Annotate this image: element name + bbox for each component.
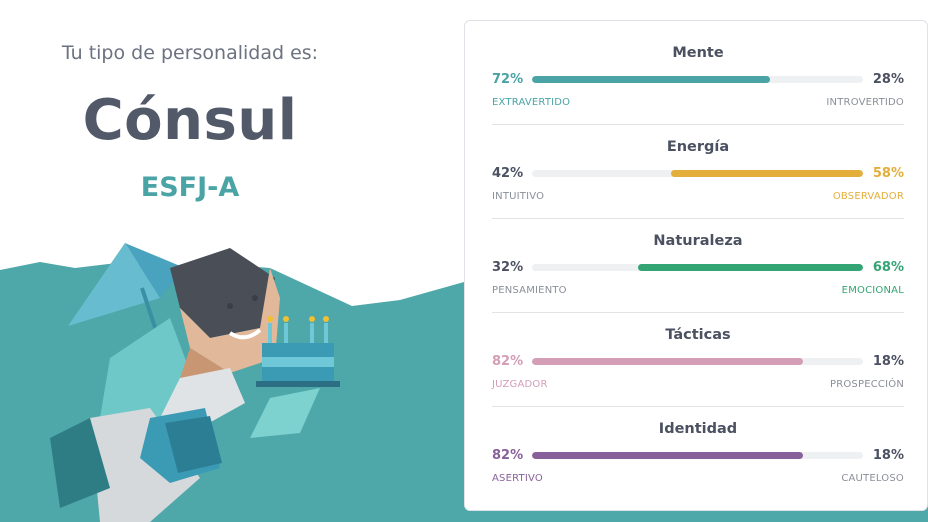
trait-bar-fill	[532, 452, 804, 459]
trait-right-percent: 18%	[872, 448, 904, 463]
trait-right-label: OBSERVADOR	[832, 191, 904, 202]
trait-left-percent: 72%	[492, 72, 524, 87]
trait-left-percent: 32%	[492, 260, 524, 275]
trait-left-label: JUZGADOR	[492, 379, 548, 390]
trait-title: Identidad	[658, 421, 738, 437]
trait-title: Energía	[666, 139, 730, 155]
trait-left-percent: 42%	[492, 166, 524, 181]
trait-right-percent: 28%	[872, 72, 904, 87]
trait-left-percent: 82%	[492, 354, 524, 369]
trait-bar-track	[532, 76, 863, 83]
trait-title: Naturaleza	[653, 233, 743, 249]
trait-left-label: PENSAMIENTO	[492, 285, 567, 296]
personality-type-code: ESFJ-A	[140, 172, 240, 203]
trait-right-label: EMOCIONAL	[841, 285, 904, 296]
trait-bar-fill	[671, 170, 863, 177]
consul-character-illustration	[50, 243, 340, 522]
trait-bar-track	[532, 170, 863, 177]
trait-right-percent: 58%	[872, 166, 904, 181]
trait-bar-fill	[532, 358, 804, 365]
trait-left-label: ASERTIVO	[492, 473, 543, 484]
trait-bar-track	[532, 264, 863, 271]
trait-bar-fill	[532, 76, 771, 83]
trait-title: Tácticas	[665, 327, 731, 343]
trait-right-label: CAUTELOSO	[841, 473, 904, 484]
trait-title: Mente	[672, 45, 724, 61]
trait-right-label: INTROVERTIDO	[826, 97, 904, 108]
birthday-cake-icon	[256, 316, 340, 387]
trait-right-percent: 68%	[872, 260, 904, 275]
trait-left-label: INTUITIVO	[492, 191, 545, 202]
trait-right-percent: 18%	[872, 354, 904, 369]
trait-row[interactable]: Identidad 82% 18% ASERTIVO CAUTELOSO	[492, 397, 904, 491]
trait-right-label: PROSPECCIÓN	[829, 379, 904, 390]
trait-bar-track	[532, 452, 863, 459]
personality-type-name: Cónsul	[82, 88, 298, 153]
trait-bar-fill	[637, 264, 863, 271]
personality-intro-text: Tu tipo de personalidad es:	[61, 42, 319, 64]
trait-bar-track	[532, 358, 863, 365]
trait-row[interactable]: Naturaleza 32% 68% PENSAMIENTO EMOCIONAL	[492, 209, 904, 313]
personality-traits-panel: Mente 72% 28% EXTRAVERTIDO INTROVERTIDO Energ…	[464, 20, 928, 511]
trait-row[interactable]: Energía 42% 58% INTUITIVO OBSERVADOR	[492, 115, 904, 219]
trait-left-percent: 82%	[492, 448, 524, 463]
trait-left-label: EXTRAVERTIDO	[492, 97, 571, 108]
trait-row[interactable]: Mente 72% 28% EXTRAVERTIDO INTROVERTIDO	[492, 21, 904, 125]
trait-row[interactable]: Tácticas 82% 18% JUZGADOR PROSPECCIÓN	[492, 303, 904, 407]
